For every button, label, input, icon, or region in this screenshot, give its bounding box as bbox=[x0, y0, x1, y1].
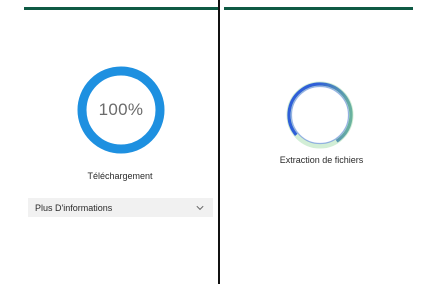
more-info-label: Plus D'informations bbox=[35, 202, 113, 213]
extraction-status-label: Extraction de fichiers bbox=[279, 155, 364, 165]
more-info-dropdown[interactable]: Plus D'informations bbox=[28, 198, 213, 217]
download-pane: 100% Téléchargement Plus D'informations bbox=[0, 0, 218, 284]
download-progress-ring: 100% bbox=[75, 64, 167, 156]
chevron-down-icon bbox=[195, 203, 205, 213]
installer-window: 100% Téléchargement Plus D'informations bbox=[0, 0, 423, 284]
progress-percent-text: 100% bbox=[98, 100, 144, 119]
loading-spinner-icon bbox=[284, 79, 356, 151]
extraction-pane: Extraction de fichiers bbox=[220, 0, 423, 284]
download-status-label: Téléchargement bbox=[87, 171, 153, 181]
